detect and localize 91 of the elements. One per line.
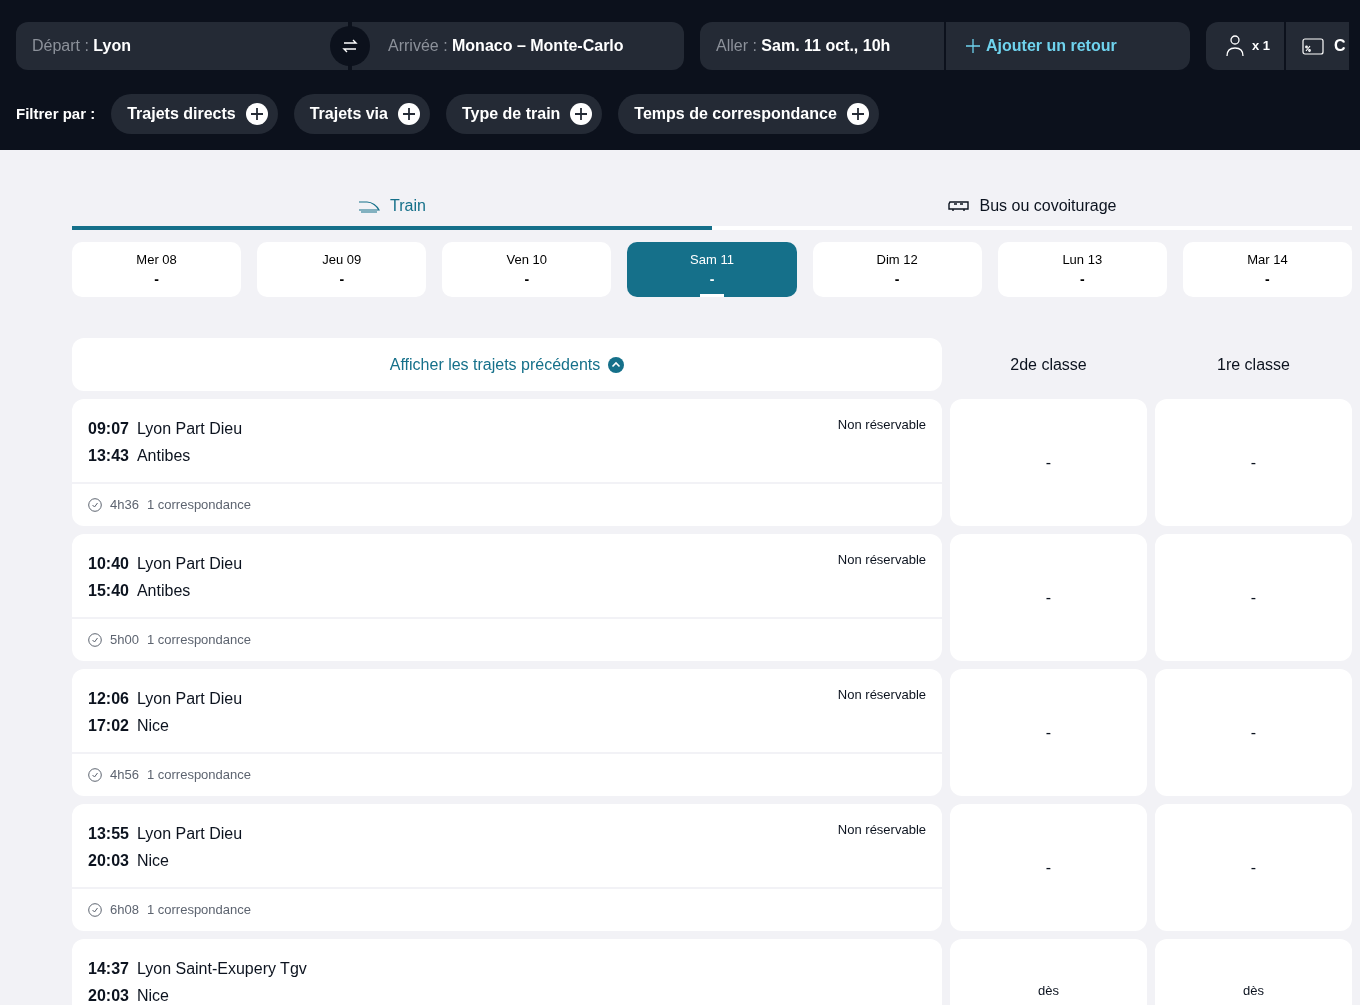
departure-station: Lyon Part Dieu xyxy=(136,825,243,842)
column-header: 1re classe xyxy=(1216,354,1291,375)
connections: 1 correspondance xyxy=(146,766,251,785)
filter-chip[interactable]: Trajets directs xyxy=(111,94,278,134)
departure-station: Lyon Part Dieu xyxy=(136,690,243,707)
fare-card[interactable]: - xyxy=(950,534,1147,661)
fare-price: dès xyxy=(1243,982,1264,1000)
arrival-time: 13:43 xyxy=(88,447,129,464)
booking-status: Non réservable xyxy=(837,551,926,569)
plus-icon xyxy=(966,39,980,53)
person-icon xyxy=(1226,35,1244,57)
arrival-station: Nice xyxy=(136,987,169,1004)
date-tab[interactable]: Mar 14 - xyxy=(1182,242,1352,297)
mode-tab[interactable]: Train xyxy=(72,186,712,230)
arrival-time: 20:03 xyxy=(88,987,129,1004)
connections: 1 correspondance xyxy=(146,496,251,515)
fare-card[interactable]: dès xyxy=(950,939,1147,1005)
fare-price: - xyxy=(1045,587,1052,608)
duration: 4h56 xyxy=(110,766,139,785)
arrival-station: Antibes xyxy=(136,447,191,464)
arrival-station: Nice xyxy=(136,717,169,734)
duration: 5h00 xyxy=(110,631,139,650)
fare-price: - xyxy=(1045,722,1052,743)
fare-price: - xyxy=(1250,587,1257,608)
plus-icon xyxy=(245,103,268,125)
fare-price: - xyxy=(1250,857,1257,878)
fare-price: - xyxy=(1045,452,1052,473)
arrival-time: 20:03 xyxy=(88,852,129,869)
date-tab[interactable]: Ven 10 - xyxy=(442,242,612,297)
swap-icon xyxy=(341,37,359,55)
arrival-station: Antibes xyxy=(136,582,191,599)
journey-card[interactable]: 14:37 Lyon Saint-Exupery Tgv 20:03 Nice xyxy=(72,939,942,1005)
fare-card[interactable]: - xyxy=(1155,399,1352,526)
arrival-time: 17:02 xyxy=(88,717,129,734)
passengers-button[interactable]: x 1 xyxy=(1206,22,1284,70)
chevron-up-icon xyxy=(608,356,625,373)
fare-card[interactable]: - xyxy=(1155,669,1352,796)
duration: 4h36 xyxy=(110,496,139,515)
previous-journeys-link[interactable]: Afficher les trajets précédents xyxy=(72,338,942,391)
departure-station: Lyon Part Dieu xyxy=(136,555,243,572)
journey-card[interactable]: 12:06 Lyon Part Dieu 17:02 Nice Non réservable 4h56 1 correspondance xyxy=(72,669,942,796)
column-header: 2de classe xyxy=(1009,354,1088,375)
arrival-station: Nice xyxy=(136,852,169,869)
fare-price: - xyxy=(1250,452,1257,473)
outbound-date-field[interactable]: Aller : Sam. 11 oct., 10h xyxy=(700,22,944,70)
date-tab[interactable]: Dim 12 - xyxy=(812,242,982,297)
fare-card[interactable]: dès xyxy=(1155,939,1352,1005)
arrival-time: 15:40 xyxy=(88,582,129,599)
departure-station: Lyon Part Dieu xyxy=(136,420,243,437)
arrival-field[interactable]: Arrivée : Monaco – Monte-Carlo xyxy=(352,22,684,70)
connections: 1 correspondance xyxy=(146,901,251,920)
journey-card[interactable]: 09:07 Lyon Part Dieu 13:43 Antibes Non réservable 4h36 1 correspondance xyxy=(72,399,942,526)
duration: 6h08 xyxy=(110,901,139,920)
plus-icon xyxy=(846,103,869,125)
filter-label: Filtrer par : xyxy=(16,103,96,124)
plus-icon xyxy=(397,103,420,125)
fare-card[interactable]: - xyxy=(1155,804,1352,931)
date-tab[interactable]: Mer 08 - xyxy=(72,242,242,297)
fare-card[interactable]: - xyxy=(950,399,1147,526)
journey-card[interactable]: 13:55 Lyon Part Dieu 20:03 Nice Non réservable 6h08 1 correspondance xyxy=(72,804,942,931)
date-tab[interactable]: Jeu 09 - xyxy=(257,242,427,297)
departure-time: 13:55 xyxy=(88,825,129,842)
connections: 1 correspondance xyxy=(146,631,251,650)
fare-price: - xyxy=(1250,722,1257,743)
departure-field[interactable]: Départ : Lyon xyxy=(16,22,348,70)
booking-status: Non réservable xyxy=(837,821,926,839)
train-icon xyxy=(358,199,381,213)
departure-station: Lyon Saint-Exupery Tgv xyxy=(136,960,307,977)
fare-price: dès xyxy=(1038,982,1059,1000)
fare-card[interactable]: - xyxy=(1155,534,1352,661)
filter-chip[interactable]: Trajets via xyxy=(293,94,430,134)
discount-card-icon xyxy=(1302,37,1324,55)
date-tab[interactable]: Lun 13 - xyxy=(997,242,1167,297)
departure-time: 09:07 xyxy=(88,420,129,437)
mode-tab[interactable]: Bus ou covoiturage xyxy=(712,186,1352,230)
fare-card[interactable]: - xyxy=(950,804,1147,931)
discount-card-button[interactable]: C xyxy=(1286,22,1349,70)
plus-icon xyxy=(570,103,593,125)
bus-icon xyxy=(947,200,970,212)
journey-card[interactable]: 10:40 Lyon Part Dieu 15:40 Antibes Non réservable 5h00 1 correspondance xyxy=(72,534,942,661)
booking-status: Non réservable xyxy=(837,416,926,434)
departure-time: 12:06 xyxy=(88,690,129,707)
fare-card[interactable]: - xyxy=(950,669,1147,796)
filter-chip[interactable]: Type de train xyxy=(445,94,603,134)
departure-time: 14:37 xyxy=(88,960,129,977)
departure-time: 10:40 xyxy=(88,555,129,572)
date-tab[interactable]: Sam 11 - xyxy=(627,242,797,297)
fare-price: - xyxy=(1045,857,1052,878)
booking-status: Non réservable xyxy=(837,686,926,704)
add-return-button[interactable]: Ajouter un retour xyxy=(946,22,1190,70)
filter-chip[interactable]: Temps de correspondance xyxy=(618,94,879,134)
